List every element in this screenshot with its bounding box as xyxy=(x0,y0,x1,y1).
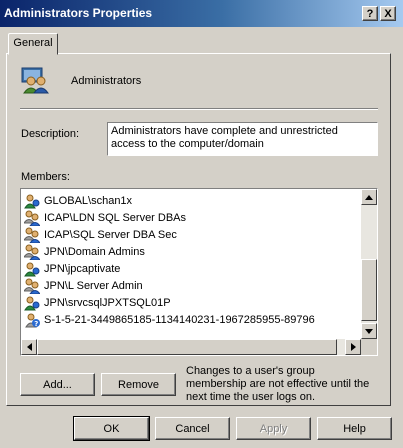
user-icon xyxy=(24,194,40,208)
arrow-right-icon xyxy=(350,343,356,351)
description-field[interactable]: Administrators have complete and unrestr… xyxy=(107,122,378,156)
scroll-left-button[interactable] xyxy=(21,339,37,355)
member-name: ICAP\SQL Server DBA Sec xyxy=(44,228,177,241)
arrow-down-icon xyxy=(365,328,373,334)
scrollbar-corner xyxy=(361,339,377,355)
membership-note: Changes to a user's group membership are… xyxy=(186,365,370,403)
list-item[interactable]: JPN\Domain Admins xyxy=(24,243,315,260)
list-item[interactable]: ? S-1-5-21-3449865185-1134140231-19672859… xyxy=(24,311,315,328)
horizontal-scrollbar[interactable] xyxy=(21,339,361,355)
separator xyxy=(20,108,378,110)
group-icon xyxy=(24,278,40,294)
svg-text:?: ? xyxy=(34,320,38,328)
member-name: JPN\L Server Admin xyxy=(44,279,143,292)
help-title-button[interactable]: ? xyxy=(362,6,378,21)
list-item[interactable]: JPN\L Server Admin xyxy=(24,277,315,294)
members-list[interactable]: GLOBAL\schan1x ICAP\LDN SQL Server DBAs IC… xyxy=(20,188,378,356)
list-item[interactable]: ICAP\LDN SQL Server DBAs xyxy=(24,209,315,226)
apply-button[interactable]: Apply xyxy=(236,417,311,440)
arrow-left-icon xyxy=(26,343,32,351)
description-label: Description: xyxy=(21,128,80,140)
member-name: JPN\srvcsqlJPXTSQL01P xyxy=(44,296,171,309)
member-name: JPN\Domain Admins xyxy=(44,245,145,258)
remove-button[interactable]: Remove xyxy=(101,373,176,396)
user-icon xyxy=(24,262,40,276)
help-button[interactable]: Help xyxy=(317,417,392,440)
title-bar: Administrators Properties ? X xyxy=(0,0,403,27)
member-name: GLOBAL\schan1x xyxy=(44,194,133,207)
horizontal-scroll-thumb[interactable] xyxy=(37,339,337,355)
vertical-scrollbar[interactable] xyxy=(361,189,377,339)
vertical-scroll-thumb[interactable] xyxy=(361,259,377,321)
close-button[interactable]: X xyxy=(380,6,396,21)
group-icon xyxy=(24,244,40,260)
scroll-right-button[interactable] xyxy=(345,339,361,355)
add-button[interactable]: Add... xyxy=(20,373,95,396)
user-icon xyxy=(24,296,40,310)
group-icon xyxy=(21,67,49,94)
member-name: JPN\jpcaptivate xyxy=(44,262,121,275)
ok-button[interactable]: OK xyxy=(73,416,150,441)
unknown-sid-icon: ? xyxy=(25,313,40,328)
cancel-button[interactable]: Cancel xyxy=(155,417,230,440)
list-item[interactable]: GLOBAL\schan1x xyxy=(24,192,315,209)
window-title: Administrators Properties xyxy=(4,6,153,20)
list-item[interactable]: ICAP\SQL Server DBA Sec xyxy=(24,226,315,243)
scroll-up-button[interactable] xyxy=(361,189,377,205)
members-label: Members: xyxy=(21,171,70,183)
tab-general[interactable]: General xyxy=(8,33,58,55)
list-item[interactable]: JPN\jpcaptivate xyxy=(24,260,315,277)
member-name: S-1-5-21-3449865185-1134140231-196728595… xyxy=(44,313,315,326)
list-item[interactable]: JPN\srvcsqlJPXTSQL01P xyxy=(24,294,315,311)
group-icon xyxy=(24,227,40,243)
arrow-up-icon xyxy=(365,194,373,200)
member-items: GLOBAL\schan1x ICAP\LDN SQL Server DBAs IC… xyxy=(24,192,315,328)
group-icon xyxy=(24,210,40,226)
member-name: ICAP\LDN SQL Server DBAs xyxy=(44,211,187,224)
group-name: Administrators xyxy=(71,75,142,87)
scroll-down-button[interactable] xyxy=(361,323,377,339)
